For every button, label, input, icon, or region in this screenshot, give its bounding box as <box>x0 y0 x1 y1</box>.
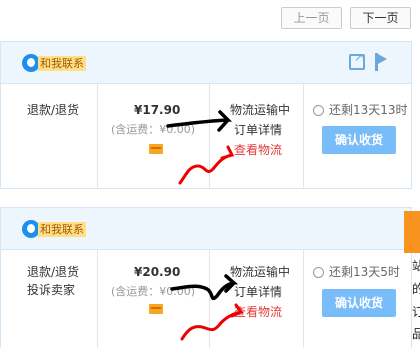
annotation-overlay <box>166 110 244 341</box>
red-arrow-annotation <box>180 303 244 341</box>
black-arrow-annotation <box>166 110 233 132</box>
black-arrow-annotation <box>170 274 239 301</box>
red-arrow-annotation <box>178 145 235 185</box>
